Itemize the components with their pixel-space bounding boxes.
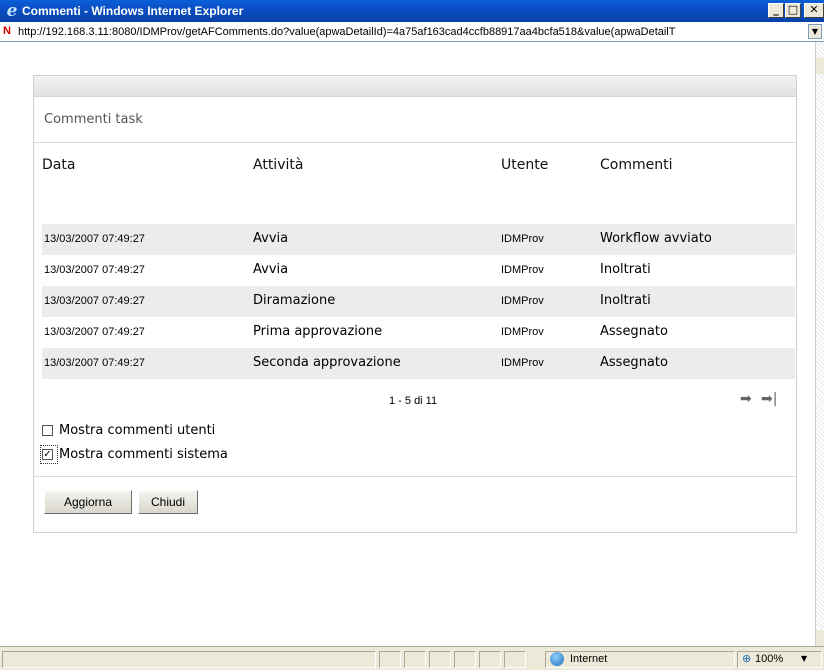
- table-row: 13/03/2007 07:49:27 Prima approvazione I…: [42, 317, 795, 348]
- scroll-down-button[interactable]: [816, 630, 824, 646]
- table-row: 13/03/2007 07:49:27 Seconda approvazione…: [42, 348, 795, 379]
- scroll-up-button[interactable]: [816, 58, 824, 74]
- cell-activity: Prima approvazione: [253, 324, 383, 339]
- refresh-button[interactable]: Aggiorna: [44, 490, 132, 514]
- cell-user: IDMProv: [501, 233, 544, 245]
- cell-activity: Avvia: [253, 231, 289, 246]
- show-system-comments-checkbox[interactable]: ✓: [42, 449, 53, 460]
- minimize-button[interactable]: _: [768, 3, 784, 18]
- cell-date: 13/03/2007 07:49:27: [44, 357, 145, 369]
- address-url[interactable]: http://192.168.3.11:8080/IDMProv/getAFCo…: [18, 25, 806, 39]
- page-content: Commenti task Data Attività Utente Comme…: [0, 42, 815, 646]
- column-header-comments: Commenti: [600, 157, 673, 173]
- table-row: 13/03/2007 07:49:27 Avvia IDMProv Workfl…: [42, 224, 795, 255]
- comments-panel: Commenti task Data Attività Utente Comme…: [33, 75, 797, 533]
- panel-header-bar: [34, 76, 796, 97]
- close-window-button[interactable]: ✕: [804, 3, 824, 18]
- address-bar: N http://192.168.3.11:8080/IDMProv/getAF…: [0, 22, 824, 42]
- table-row: 13/03/2007 07:49:27 Diramazione IDMProv …: [42, 286, 795, 317]
- show-user-comments-checkbox[interactable]: [42, 425, 53, 436]
- vertical-scrollbar[interactable]: [815, 42, 824, 646]
- status-panel: [454, 651, 476, 668]
- cell-date: 13/03/2007 07:49:27: [44, 326, 145, 338]
- site-favicon-icon: N: [3, 25, 11, 37]
- next-page-arrow-icon[interactable]: ➡: [740, 391, 752, 407]
- cell-comment: Assegnato: [600, 324, 668, 339]
- zoom-magnifier-icon: ⊕: [742, 652, 752, 665]
- status-text-panel: [2, 651, 376, 668]
- panel-title: Commenti task: [44, 112, 143, 127]
- cell-date: 13/03/2007 07:49:27: [44, 295, 145, 307]
- cell-date: 13/03/2007 07:49:27: [44, 233, 145, 245]
- cell-user: IDMProv: [501, 264, 544, 276]
- pagination-label: 1 - 5 di 11: [389, 395, 438, 407]
- divider: [34, 142, 796, 143]
- cell-comment: Inoltrati: [600, 262, 651, 277]
- zoom-level[interactable]: 100%: [755, 653, 783, 666]
- status-panel: [429, 651, 451, 668]
- table-row: 13/03/2007 07:49:27 Avvia IDMProv Inoltr…: [42, 255, 795, 286]
- status-panel: [504, 651, 526, 668]
- cell-comment: Inoltrati: [600, 293, 651, 308]
- status-panel: [479, 651, 501, 668]
- cell-date: 13/03/2007 07:49:27: [44, 264, 145, 276]
- cell-activity: Avvia: [253, 262, 289, 277]
- divider: [34, 476, 796, 477]
- ie-logo-icon: e: [6, 1, 18, 21]
- close-button[interactable]: Chiudi: [138, 490, 198, 514]
- column-header-user: Utente: [501, 157, 549, 173]
- show-system-comments-label: Mostra commenti sistema: [59, 447, 228, 462]
- status-panel: [404, 651, 426, 668]
- globe-icon: [550, 652, 564, 666]
- column-header-date: Data: [42, 157, 76, 173]
- cell-comment: Workflow avviato: [600, 231, 712, 246]
- cell-activity: Seconda approvazione: [253, 355, 401, 370]
- cell-activity: Diramazione: [253, 293, 336, 308]
- window-title: Commenti - Windows Internet Explorer: [22, 4, 244, 18]
- title-bar: e Commenti - Windows Internet Explorer _…: [0, 0, 824, 22]
- cell-comment: Assegnato: [600, 355, 668, 370]
- status-panel: [379, 651, 401, 668]
- column-header-activity: Attività: [253, 157, 304, 173]
- maximize-button[interactable]: □: [785, 3, 801, 18]
- address-dropdown-button[interactable]: ▼: [808, 24, 822, 39]
- cell-user: IDMProv: [501, 326, 544, 338]
- show-user-comments-label: Mostra commenti utenti: [59, 423, 216, 438]
- cell-user: IDMProv: [501, 357, 544, 369]
- zoom-dropdown-icon[interactable]: ▼: [801, 652, 807, 665]
- cell-user: IDMProv: [501, 295, 544, 307]
- status-bar: Internet ⊕ 100% ▼: [0, 646, 824, 670]
- security-zone-label: Internet: [570, 653, 608, 665]
- last-page-arrow-icon[interactable]: ➡|: [761, 391, 777, 407]
